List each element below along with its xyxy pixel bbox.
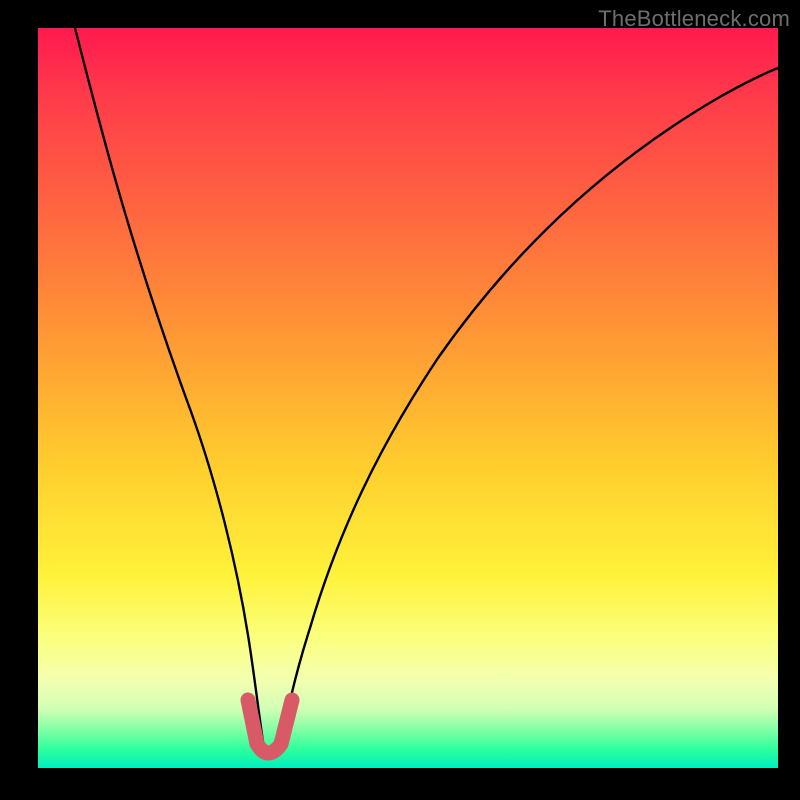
valley-highlight [248,700,292,753]
bottleneck-curve [75,28,778,756]
curve-layer [38,28,778,768]
plot-area [38,28,778,768]
chart-frame: TheBottleneck.com [0,0,800,800]
